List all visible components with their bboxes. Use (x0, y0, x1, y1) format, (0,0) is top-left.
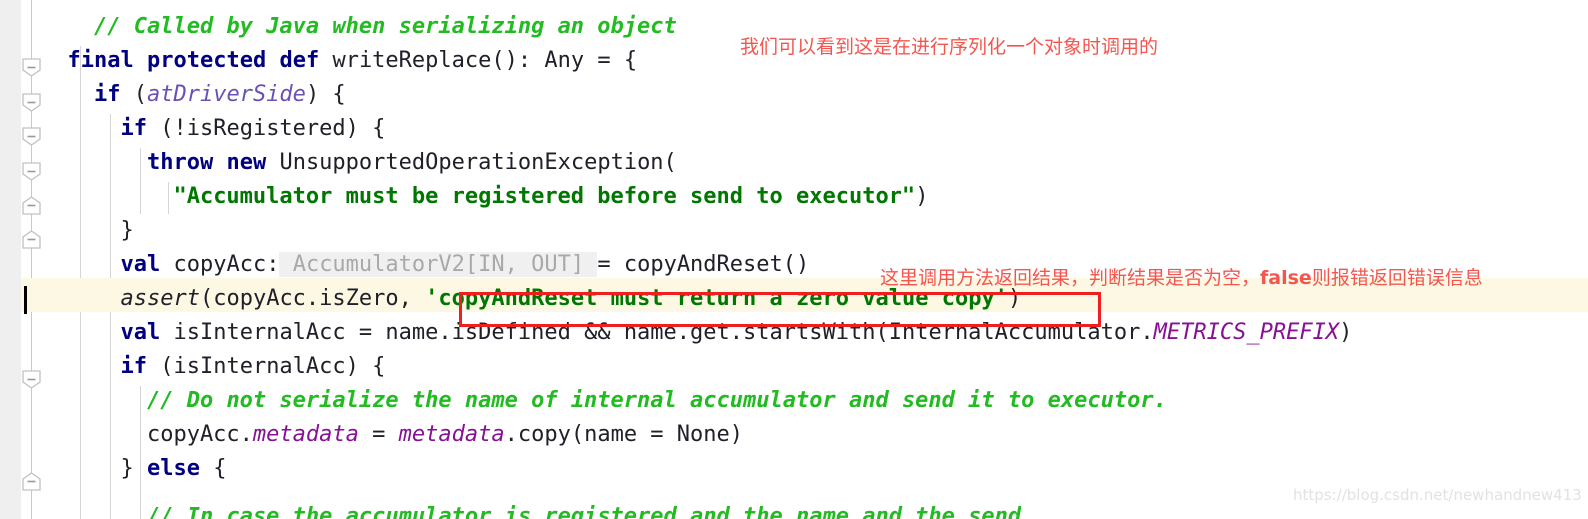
code-token-plain: isInternalAcc = name.isDefined && name.g… (160, 320, 1154, 345)
code-token-comment: // Called by Java when serializing an ob… (93, 14, 677, 39)
code-token-plain: .copy(name = None) (504, 422, 744, 447)
code-token-plain: } (41, 218, 134, 243)
code-token-plain: } (41, 456, 147, 481)
annotation-text: 这里调用方法返回结果，判断结果是否为空， (880, 267, 1261, 289)
code-line[interactable]: copyAcc.metadata = metadata.copy(name = … (41, 418, 743, 452)
code-token-keyword: final (67, 48, 134, 73)
annotation-serialize-note: 我们可以看到这是在进行序列化一个对象时调用的 (740, 32, 1158, 59)
code-token-keyword: throw (146, 150, 214, 175)
code-token-plain: UnsupportedOperationException( (266, 150, 677, 175)
annotation-text: 则报错返回错误信息 (1311, 267, 1483, 289)
text-caret (24, 286, 27, 314)
code-token-plain: (!isRegistered) { (146, 116, 386, 141)
code-token-plain: ) (1339, 320, 1353, 345)
code-line[interactable]: "Accumulator must be registered before s… (41, 180, 928, 214)
code-token-plain: copyAcc. (41, 422, 253, 447)
code-token-plain: ( (120, 82, 147, 107)
code-token-inlay_hint: AccumulatorV2[IN, OUT] (279, 252, 598, 277)
code-token-keyword: new (226, 150, 267, 175)
code-line[interactable]: // Called by Java when serializing an ob… (41, 10, 677, 44)
code-token-keyword: protected (146, 48, 267, 73)
code-token-keyword: val (120, 252, 161, 277)
code-token-keyword: def (279, 48, 320, 73)
code-token-plain: copyAcc: (160, 252, 280, 277)
code-token-plain: (copyAcc.isZero, (199, 286, 426, 311)
code-line[interactable]: val copyAcc: AccumulatorV2[IN, OUT] = co… (41, 248, 809, 282)
code-editor[interactable]: // Called by Java when serializing an ob… (0, 0, 1588, 519)
code-token-keyword: else (146, 456, 200, 481)
code-token-keyword: if (120, 354, 147, 379)
annotation-text: 我们可以看到这是在进行序列化一个对象时调用的 (740, 36, 1159, 58)
code-token-plain: (isInternalAcc) { (146, 354, 386, 379)
code-token-plain: ) (915, 184, 929, 209)
code-line[interactable]: if (!isRegistered) { (41, 112, 385, 146)
code-token-keyword: if (120, 116, 147, 141)
code-token-plain: { (199, 456, 227, 481)
annotation-text: false (1260, 267, 1312, 289)
code-token-field: metadata (252, 422, 359, 447)
code-token-plain: writeReplace(): Any = { (319, 48, 638, 73)
code-token-keyword: if (93, 82, 121, 107)
code-line[interactable]: if (atDriverSide) { (41, 78, 346, 112)
code-line[interactable]: val isInternalAcc = name.isDefined && na… (41, 316, 1352, 350)
code-line[interactable]: } (41, 214, 134, 248)
annotation-copy-and-reset-note: 这里调用方法返回结果，判断结果是否为空，false则报错返回错误信息 (880, 263, 1483, 290)
code-token-comment: // In case the accumulator is registered… (146, 504, 1022, 519)
code-line[interactable]: } else { (41, 452, 226, 486)
code-line[interactable]: assert(copyAcc.isZero, 'copyAndReset mus… (41, 282, 1021, 316)
code-token-plain: = (358, 422, 399, 447)
code-line[interactable]: // In case the accumulator is registered… (41, 500, 1021, 519)
code-token-parameter: atDriverSide (146, 82, 306, 107)
code-token-comment: // Do not serialize the name of internal… (146, 388, 1167, 413)
code-line[interactable]: final protected def writeReplace(): Any … (41, 44, 638, 78)
code-token-plain: = copyAndReset() (597, 252, 810, 277)
code-token-function: assert (120, 286, 200, 311)
watermark: https://blog.csdn.net/newhandnew413 (1293, 486, 1582, 504)
code-line[interactable]: throw new UnsupportedOperationException( (41, 146, 677, 180)
code-token-keyword: val (120, 320, 161, 345)
code-token-field: METRICS_PREFIX (1153, 320, 1340, 345)
code-token-string: "Accumulator must be registered before s… (173, 184, 916, 209)
code-text-area[interactable]: // Called by Java when serializing an ob… (0, 0, 1588, 519)
code-line[interactable]: // Do not serialize the name of internal… (41, 384, 1167, 418)
code-token-plain: ) { (305, 82, 346, 107)
code-line[interactable]: if (isInternalAcc) { (41, 350, 385, 384)
code-token-field: metadata (398, 422, 505, 447)
